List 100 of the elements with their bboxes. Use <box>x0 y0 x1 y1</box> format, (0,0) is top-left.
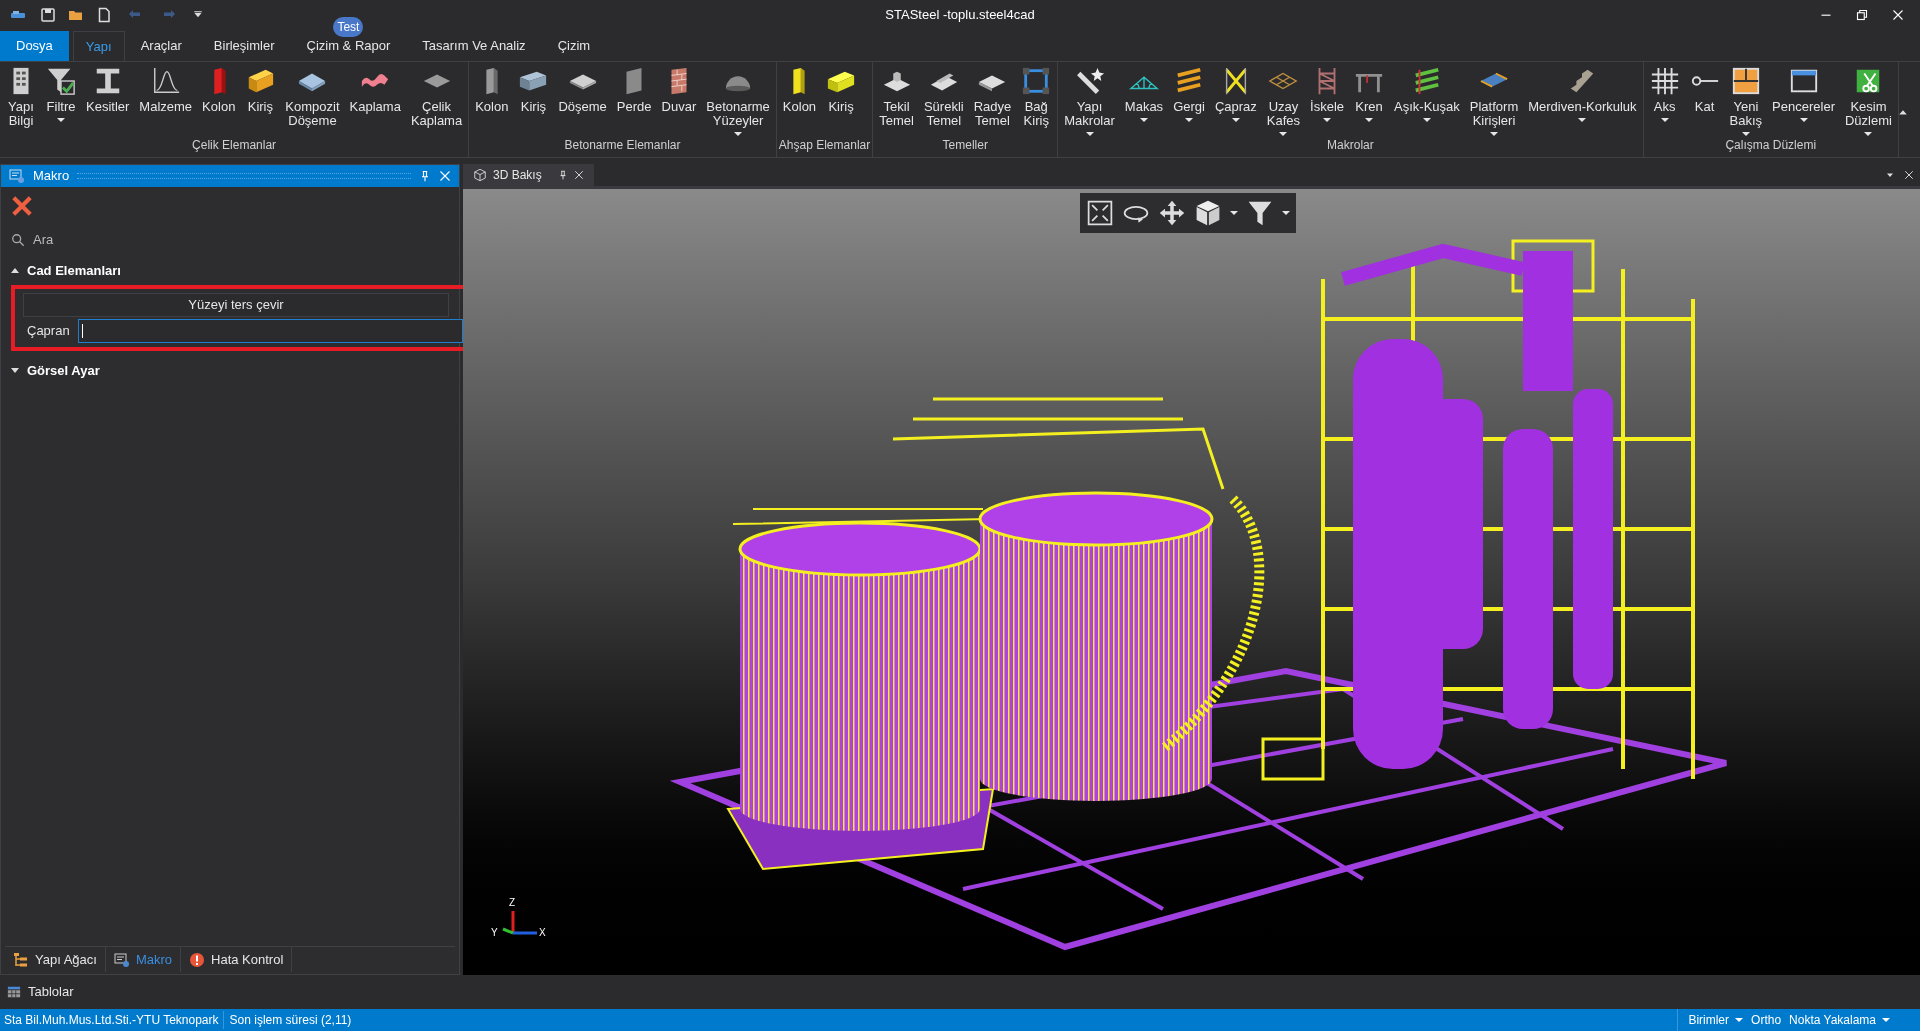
ribbon-button[interactable]: Kolon <box>198 66 240 114</box>
collapse-triangle-icon <box>11 268 19 274</box>
ribbon-button[interactable]: Kompozit Döşeme <box>281 66 344 128</box>
section-header[interactable]: Görsel Ayar <box>11 360 449 380</box>
expand-triangle-icon <box>11 367 19 373</box>
document-icon[interactable] <box>96 7 112 23</box>
filter-icon[interactable] <box>1246 199 1274 227</box>
ribbon-button[interactable]: Uzay Kafes <box>1262 66 1305 136</box>
ribbon-button[interactable]: Duvar <box>657 66 701 114</box>
ribbon-button[interactable]: Betonarme Yüzeyler <box>702 66 774 136</box>
view-cube-icon[interactable] <box>1194 199 1222 227</box>
panel-tab[interactable]: Yapı Ağacı <box>5 947 106 972</box>
axis-label: X <box>539 926 546 940</box>
axis-label: Y <box>491 926 498 940</box>
ribbon-tab[interactable]: Birleşimler <box>197 31 291 61</box>
ribbon-button[interactable]: Sürekli Temel <box>919 66 968 128</box>
badge: Test <box>333 17 364 37</box>
ribbon-tab[interactable]: Tasarım Ve Analiz <box>406 31 542 61</box>
ribbon-button[interactable]: Aşık-Kuşak <box>1390 66 1464 122</box>
ribbon-tab[interactable]: Araçlar <box>124 31 198 61</box>
ribbon-button[interactable]: Yapı Makrolar <box>1060 66 1119 136</box>
ribbon-button[interactable]: Çapraz <box>1210 66 1261 122</box>
ribbon-button[interactable]: Çelik Kaplama <box>406 66 467 128</box>
ribbon-button[interactable]: Kat <box>1685 66 1724 114</box>
ribbon-button[interactable]: Gergi <box>1169 66 1209 122</box>
ribbon-button[interactable]: Kolon <box>778 66 821 114</box>
document-tab[interactable]: 3D Bakış <box>463 164 594 186</box>
section-header[interactable]: Cad Elemanları <box>11 261 449 281</box>
caret-icon <box>1282 211 1290 215</box>
status-button[interactable]: Ortho <box>1751 1011 1782 1029</box>
tables-panel-tab[interactable]: Tablolar <box>28 982 74 1002</box>
ribbon-button[interactable]: Kesitler <box>82 66 134 114</box>
caret-icon <box>1230 211 1238 215</box>
pin-icon[interactable] <box>419 170 431 182</box>
ribbon-button[interactable]: İskele <box>1306 66 1349 122</box>
ribbon-button[interactable]: Kiriş <box>241 66 280 114</box>
ribbon-button[interactable]: Yapı Bilgi <box>2 66 40 128</box>
ribbon-button[interactable]: Kren <box>1350 66 1389 122</box>
ribbon-group-label: Betonarme Elemanlar <box>563 137 682 154</box>
search-icon <box>11 233 25 247</box>
list-settings-icon <box>113 951 130 968</box>
list-settings-icon <box>9 168 25 184</box>
text-field[interactable] <box>77 318 463 343</box>
zoom-extents-icon[interactable] <box>1086 199 1114 227</box>
viewport[interactable]: Z Y X <box>463 186 1920 975</box>
search-field[interactable]: Ara <box>33 230 449 250</box>
ribbon-button[interactable]: Pencereler <box>1768 66 1839 122</box>
close-icon[interactable] <box>1904 170 1914 180</box>
action-button[interactable]: Yüzeyi ters çevir <box>23 292 449 317</box>
file-menu-tab[interactable]: Dosya <box>0 31 69 61</box>
ribbon-button[interactable]: Filtre <box>42 66 80 122</box>
text-cursor <box>81 323 83 338</box>
column-icon <box>791 66 808 96</box>
frame-icon <box>1021 66 1052 96</box>
ribbon-button[interactable]: Bağ Kiriş <box>1017 66 1056 128</box>
window-tiles-icon <box>1730 66 1761 96</box>
panel-tab[interactable]: Makro <box>105 947 182 972</box>
table-icon <box>6 985 22 999</box>
ribbon-button[interactable]: Makas <box>1120 66 1168 122</box>
tree-icon <box>13 951 29 968</box>
ribbon-button[interactable]: Yeni Bakış <box>1725 66 1767 136</box>
ribbon-button[interactable]: Kiriş <box>514 66 553 114</box>
ribbon-group-label: Ahşap Elemanlar <box>778 137 871 154</box>
ribbon-button[interactable]: Perde <box>612 66 656 114</box>
cube-outline-icon <box>473 168 487 182</box>
grid-icon <box>1649 66 1680 96</box>
axis-label: Z <box>509 896 516 910</box>
column-icon <box>483 66 500 96</box>
cancel-x-icon[interactable] <box>11 195 33 217</box>
ribbon-tab[interactable]: Yapı <box>72 31 125 61</box>
ribbon-button[interactable]: Kolon <box>471 66 513 114</box>
error-icon <box>189 951 206 968</box>
ribbon-button[interactable]: Aks <box>1645 66 1684 122</box>
ribbon-button[interactable]: Radye Temel <box>969 66 1016 128</box>
ribbon-group-label: Çalışma Düzlemi <box>1724 137 1818 154</box>
ribbon-tab[interactable]: Çizim <box>541 31 607 61</box>
ribbon-group-label: Makrolar <box>1326 137 1375 154</box>
panel-title: Makro <box>33 167 70 186</box>
ribbon-button[interactable]: Platform Kirişleri <box>1465 66 1523 136</box>
ribbon-button[interactable]: Tekil Temel <box>875 66 918 128</box>
ribbon-button[interactable]: Kesim Düzlemi <box>1841 66 1896 136</box>
window-title: STASteel -toplu.steel4cad <box>885 7 1035 23</box>
pan-icon[interactable] <box>1158 199 1186 227</box>
status-text: Sta Bil.Muh.Mus.Ltd.Sti.-YTU Teknopark <box>3 1012 220 1029</box>
save-icon[interactable] <box>40 7 56 23</box>
panel-tab[interactable]: Hata Kontrol <box>181 947 293 972</box>
funnel-check-icon <box>46 66 76 96</box>
restore-icon[interactable] <box>1856 9 1868 21</box>
ribbon-button[interactable]: Kaplama <box>345 66 405 114</box>
dropdown-caret-icon[interactable] <box>1886 171 1894 179</box>
magic-wand-icon <box>1074 66 1105 96</box>
status-button[interactable]: Birimler <box>1688 1011 1744 1029</box>
field-label: Çapran <box>26 321 70 340</box>
ribbon-button[interactable]: Malzeme <box>135 66 197 114</box>
close-icon[interactable] <box>573 170 584 180</box>
status-button[interactable]: Nokta Yakalama <box>1789 1011 1890 1029</box>
ribbon-button[interactable]: Merdiven-Korkuluk <box>1524 66 1641 122</box>
ribbon-group-label: Çelik Elemanlar <box>191 137 278 154</box>
ribbon-button[interactable]: Döşeme <box>554 66 611 114</box>
ribbon-button[interactable]: Kiriş <box>822 66 861 114</box>
